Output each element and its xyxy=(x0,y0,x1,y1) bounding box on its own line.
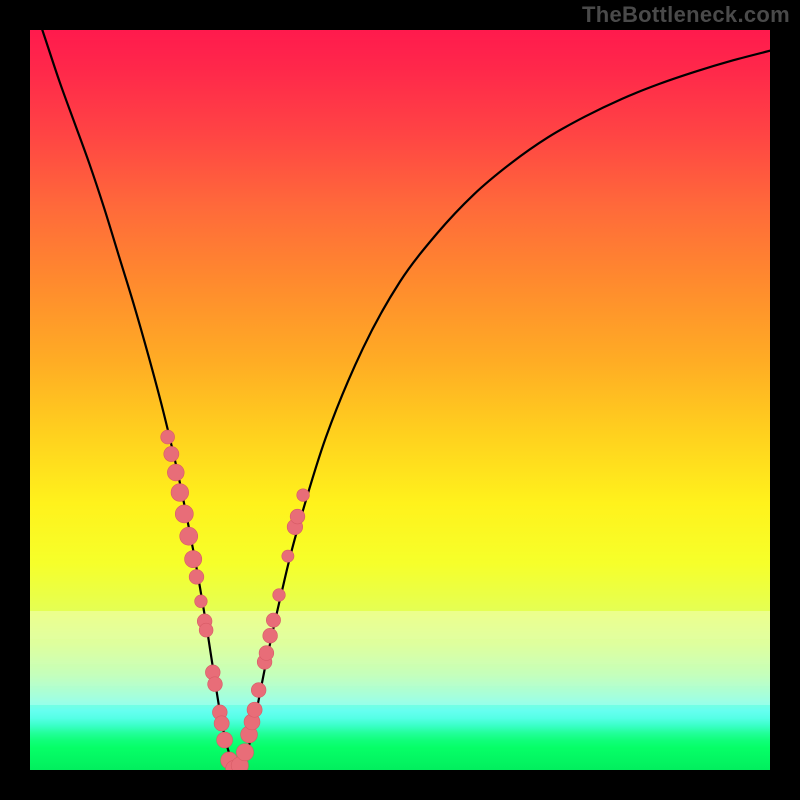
bottleneck-curve-svg xyxy=(30,30,770,770)
curve-marker xyxy=(161,430,175,444)
curve-marker xyxy=(259,646,274,661)
curve-marker xyxy=(263,628,278,643)
bottleneck-curve-line xyxy=(30,30,770,769)
curve-marker xyxy=(251,683,266,698)
curve-marker xyxy=(199,623,213,637)
curve-marker xyxy=(290,509,305,524)
curve-marker xyxy=(208,677,223,692)
curve-marker xyxy=(236,744,253,761)
watermark-text: TheBottleneck.com xyxy=(582,2,790,28)
curve-marker xyxy=(189,570,204,585)
curve-marker xyxy=(164,446,179,461)
curve-marker xyxy=(247,702,262,717)
curve-marker xyxy=(297,489,310,502)
curve-marker xyxy=(185,550,202,567)
curve-marker xyxy=(282,550,294,562)
chart-frame: TheBottleneck.com xyxy=(0,0,800,800)
curve-marker xyxy=(266,613,280,627)
chart-plot-area xyxy=(30,30,770,770)
curve-marker xyxy=(180,527,198,545)
curve-marker xyxy=(195,595,208,608)
curve-marker xyxy=(273,589,286,602)
curve-marker xyxy=(217,732,233,748)
curve-marker xyxy=(214,716,229,731)
curve-marker xyxy=(175,505,193,523)
curve-marker xyxy=(167,464,184,481)
curve-marker xyxy=(171,484,189,502)
curve-marker-group xyxy=(161,430,310,770)
